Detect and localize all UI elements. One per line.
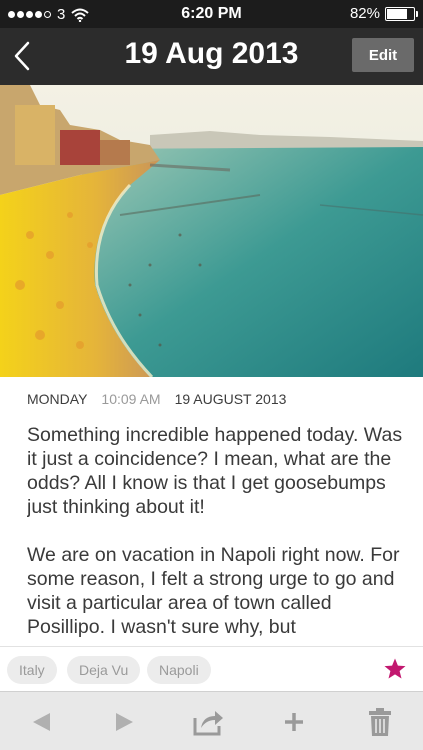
tag-napoli[interactable]: Napoli (147, 656, 211, 684)
battery-fill (387, 8, 407, 19)
bottom-toolbar (0, 691, 423, 750)
share-button[interactable] (192, 706, 226, 738)
plus-icon (285, 713, 303, 731)
battery-icon (385, 6, 418, 21)
entry-time: 10:09 AM (101, 391, 161, 407)
tag-italy[interactable]: Italy (7, 656, 57, 684)
add-entry-button[interactable] (277, 706, 311, 738)
share-icon (193, 711, 223, 736)
entry-body[interactable]: Something incredible happened today. Was… (27, 423, 412, 646)
triangle-left-icon (33, 713, 50, 731)
tag-deja-vu[interactable]: Deja Vu (67, 656, 141, 684)
triangle-right-icon (116, 713, 133, 731)
edit-button[interactable]: Edit (352, 38, 414, 72)
star-icon[interactable] (383, 657, 407, 681)
beach-photo-image (0, 85, 423, 377)
entry-paragraph: Something incredible happened today. Was… (27, 424, 403, 518)
next-entry-button[interactable] (108, 706, 142, 738)
delete-entry-button[interactable] (363, 706, 397, 738)
entry-date: 19 AUGUST 2013 (174, 391, 287, 407)
battery-percent: 82% (349, 5, 380, 22)
previous-entry-button[interactable] (24, 706, 58, 738)
nav-bar: 19 Aug 2013 Edit (0, 28, 423, 85)
entry-photo[interactable] (0, 85, 423, 377)
trash-icon (369, 708, 391, 736)
entry-meta: MONDAY 10:09 AM 19 AUGUST 2013 (27, 391, 286, 407)
entry-paragraph: We are on vacation in Napoli right now. … (27, 544, 400, 638)
status-bar: 3 6:20 PM 82% (0, 0, 423, 28)
tags-bar: Italy Deja Vu Napoli (0, 646, 423, 691)
status-right: 82% (349, 5, 418, 22)
entry-day: MONDAY (27, 391, 88, 407)
